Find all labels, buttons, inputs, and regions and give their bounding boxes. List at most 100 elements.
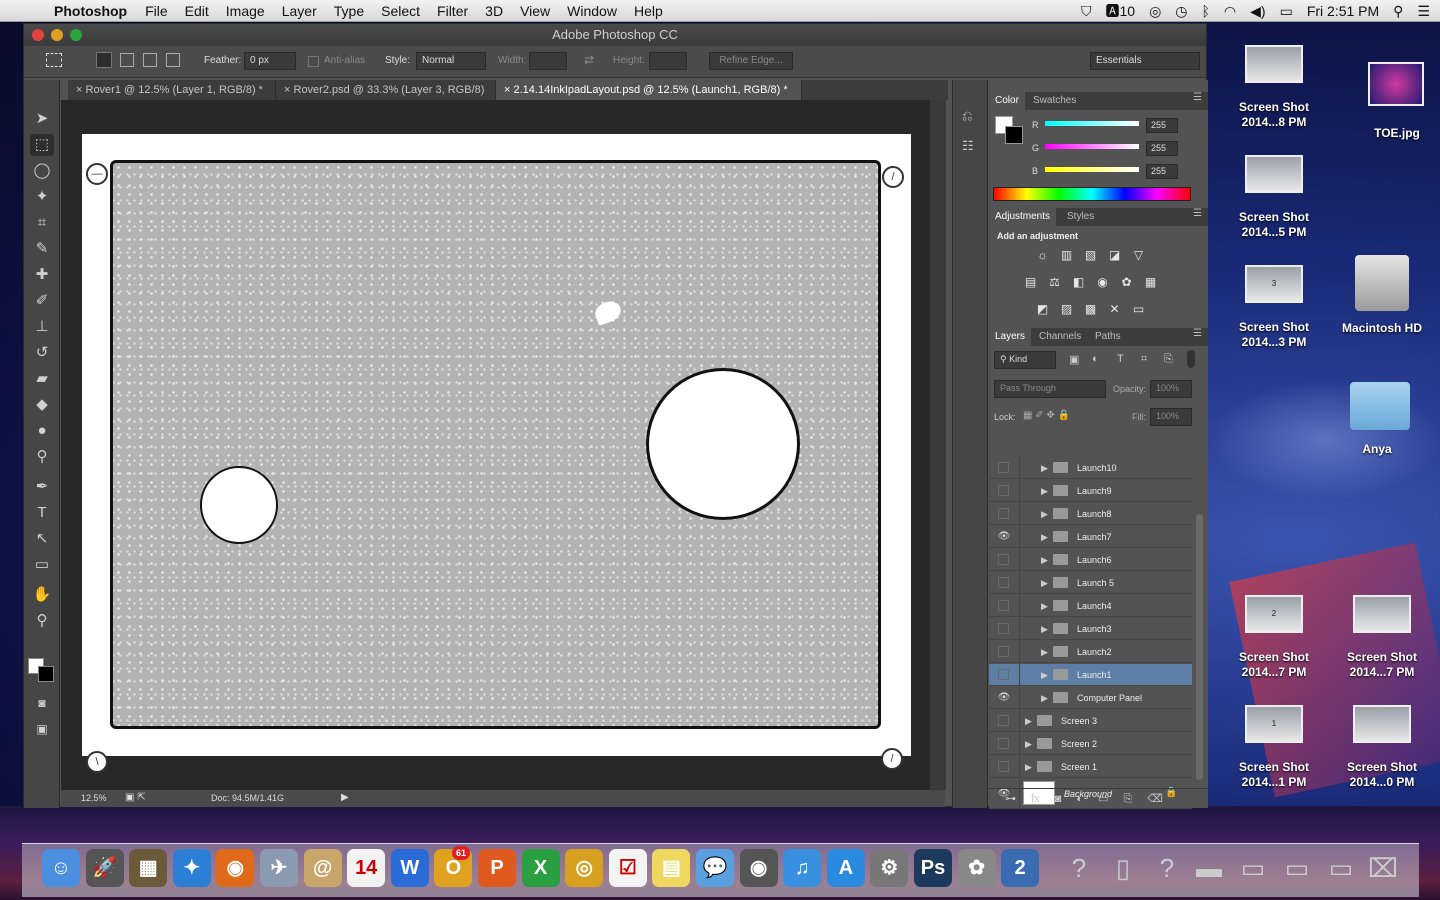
tab-rover2[interactable]: × Rover2.psd @ 33.3% (Layer 3, RGB/8) bbox=[276, 80, 496, 100]
adobe-icon[interactable]: 🅰10 bbox=[1106, 1, 1136, 21]
visibility-toggle[interactable] bbox=[998, 669, 1009, 680]
tab-color[interactable]: Color bbox=[989, 92, 1025, 110]
vibrance-adjust-icon[interactable]: ▽ bbox=[1131, 248, 1146, 262]
dock-reminders-icon[interactable]: ☑ bbox=[608, 849, 647, 887]
tab-inkipad-layout[interactable]: × 2.14.14InkIpadLayout.psd @ 12.5% (Laun… bbox=[496, 80, 802, 100]
blur-tool-icon[interactable]: ● bbox=[30, 420, 54, 442]
desktop-icon-label[interactable]: Screen Shot 2014...7 PM bbox=[1332, 650, 1432, 680]
dock-help-icon[interactable]: ? bbox=[1148, 849, 1186, 887]
layer-row[interactable]: ▶ Launch9 bbox=[989, 480, 1192, 502]
move-tool-icon[interactable]: ➤ bbox=[30, 108, 54, 130]
panel-menu-icon[interactable]: ☰ bbox=[1193, 328, 1202, 339]
hand-tool-icon[interactable]: ✋ bbox=[30, 584, 54, 606]
wifi-icon[interactable]: ◠ bbox=[1224, 3, 1236, 20]
layer-filter-kind[interactable]: ⚲ Kind bbox=[994, 351, 1056, 369]
layer-row[interactable]: 👁 ▶ Launch7 bbox=[989, 526, 1192, 548]
dock-folder-icon[interactable]: ▬ bbox=[1190, 849, 1228, 887]
screenshot-thumbnail[interactable] bbox=[1245, 45, 1303, 83]
visibility-toggle[interactable] bbox=[998, 623, 1009, 634]
battery-icon[interactable]: ▭ bbox=[1280, 3, 1293, 20]
color-lookup-adjust-icon[interactable]: ▦ bbox=[1143, 275, 1158, 289]
image-thumbnail[interactable] bbox=[1368, 62, 1424, 106]
visibility-eye-icon[interactable]: 👁 bbox=[997, 531, 1011, 543]
layer-row[interactable]: ▶ Launch10 bbox=[989, 457, 1192, 479]
dock-finder-icon[interactable]: ☺ bbox=[42, 849, 80, 887]
history-panel-icon[interactable]: ⎌ bbox=[962, 108, 980, 124]
eraser-tool-icon[interactable]: ▰ bbox=[30, 368, 54, 390]
layer-row[interactable]: ▶ Launch3 bbox=[989, 618, 1192, 640]
color-spectrum[interactable] bbox=[993, 187, 1191, 201]
desktop-icon-label[interactable]: Screen Shot 2014...3 PM bbox=[1224, 320, 1324, 350]
posterize-adjust-icon[interactable]: ▨ bbox=[1059, 302, 1074, 316]
screenshot-thumbnail[interactable]: 2 bbox=[1245, 595, 1303, 633]
dock-facetime-icon[interactable]: ◉ bbox=[739, 849, 778, 887]
channel-mixer-adjust-icon[interactable]: ✿ bbox=[1119, 275, 1134, 289]
panel-menu-icon[interactable]: ☰ bbox=[1193, 92, 1202, 103]
swap-icon[interactable]: ⇄ bbox=[584, 53, 594, 67]
menu-window[interactable]: Window bbox=[567, 3, 617, 19]
blue-value[interactable]: 255 bbox=[1146, 164, 1178, 179]
hard-drive-icon[interactable] bbox=[1355, 255, 1409, 311]
visibility-toggle[interactable] bbox=[998, 554, 1009, 565]
opacity-input[interactable]: 100% bbox=[1150, 380, 1192, 398]
layer-row[interactable]: ▶ Launch 5 bbox=[989, 572, 1192, 594]
desktop-icon-label[interactable]: Anya bbox=[1327, 442, 1427, 457]
add-selection-icon[interactable] bbox=[120, 53, 134, 67]
dock-systemprefs-icon[interactable]: ⚙ bbox=[870, 849, 909, 887]
dock-document-icon[interactable]: ▯ bbox=[1104, 849, 1142, 887]
dock-screenshot-stack-icon[interactable]: ▭ bbox=[1234, 849, 1272, 887]
path-selection-tool-icon[interactable]: ↖ bbox=[30, 528, 54, 550]
refine-edge-button[interactable]: Refine Edge... bbox=[709, 52, 793, 70]
menu-view[interactable]: View bbox=[520, 3, 550, 19]
layer-row[interactable]: ▶ Launch2 bbox=[989, 641, 1192, 663]
tab-paths[interactable]: Paths bbox=[1089, 328, 1127, 346]
dock-stickies-icon[interactable]: ▤ bbox=[652, 849, 691, 887]
selective-color-adjust-icon[interactable]: ✕ bbox=[1107, 302, 1122, 316]
layer-row[interactable]: ▶ Launch1 bbox=[989, 664, 1192, 686]
filter-toggle[interactable] bbox=[1187, 350, 1195, 368]
dock-excel-icon[interactable]: X bbox=[521, 849, 560, 887]
menu-help[interactable]: Help bbox=[634, 3, 663, 19]
zoom-level[interactable]: 12.5% bbox=[81, 793, 107, 803]
bluetooth-icon[interactable]: ᛒ bbox=[1202, 3, 1210, 19]
brightness-adjust-icon[interactable]: ☼ bbox=[1035, 248, 1050, 262]
dock-word-icon[interactable]: W bbox=[390, 849, 429, 887]
desktop-icon-label[interactable]: Screen Shot 2014...0 PM bbox=[1332, 760, 1432, 790]
photo-filter-adjust-icon[interactable]: ◉ bbox=[1095, 275, 1110, 289]
layer-row[interactable]: ▶ Screen 1 bbox=[989, 756, 1192, 778]
screen-mode-icon[interactable]: ▣ bbox=[30, 718, 54, 740]
crop-tool-icon[interactable]: ⌗ bbox=[30, 212, 54, 234]
volume-icon[interactable]: ◀) bbox=[1250, 3, 1265, 20]
dock-powerpoint-icon[interactable]: P bbox=[478, 849, 516, 887]
layer-row[interactable]: 👁 ▶ Computer Panel bbox=[989, 687, 1192, 709]
blue-slider[interactable] bbox=[1045, 167, 1139, 172]
status-menu-arrow-icon[interactable]: ▶ bbox=[341, 792, 349, 803]
lock-icons[interactable]: ▦ ✐ ✥ 🔒 bbox=[1023, 410, 1070, 421]
spotlight-icon[interactable]: ⚲ bbox=[1393, 3, 1403, 20]
filter-type-icon[interactable]: T bbox=[1117, 353, 1124, 365]
tab-swatches[interactable]: Swatches bbox=[1027, 92, 1082, 110]
workspace-select[interactable]: Essentials bbox=[1090, 52, 1200, 70]
expand-triangle-icon[interactable]: ▶ bbox=[1041, 485, 1051, 497]
antialias-checkbox[interactable] bbox=[308, 56, 319, 67]
minimize-window-button[interactable] bbox=[51, 29, 63, 41]
paint-bucket-tool-icon[interactable]: ◆ bbox=[30, 394, 54, 416]
dock-timemachine-icon[interactable]: 2 bbox=[1001, 849, 1040, 887]
green-value[interactable]: 255 bbox=[1146, 141, 1178, 156]
desktop-icon-label[interactable]: Screen Shot 2014...1 PM bbox=[1224, 760, 1324, 790]
invert-adjust-icon[interactable]: ◩ bbox=[1035, 302, 1050, 316]
layers-scrollbar[interactable] bbox=[1196, 514, 1203, 780]
zoom-window-button[interactable] bbox=[70, 29, 82, 41]
expand-triangle-icon[interactable]: ▶ bbox=[1041, 623, 1051, 635]
screenshot-thumbnail[interactable] bbox=[1353, 595, 1411, 633]
tab-styles[interactable]: Styles bbox=[1061, 208, 1100, 226]
desktop-icon-label[interactable]: Screen Shot 2014...8 PM bbox=[1224, 100, 1324, 130]
layer-row[interactable]: ▶ Launch4 bbox=[989, 595, 1192, 617]
tab-channels[interactable]: Channels bbox=[1033, 328, 1087, 346]
new-selection-icon[interactable] bbox=[96, 52, 112, 68]
desktop-icon-label[interactable]: TOE.jpg bbox=[1347, 126, 1440, 141]
screenshot-thumbnail[interactable] bbox=[1245, 155, 1303, 193]
properties-panel-icon[interactable]: ☷ bbox=[962, 138, 980, 154]
dock-trash-icon[interactable]: ⌧ bbox=[1364, 849, 1402, 887]
status-icons[interactable]: ▣ ⇱ bbox=[125, 792, 146, 803]
